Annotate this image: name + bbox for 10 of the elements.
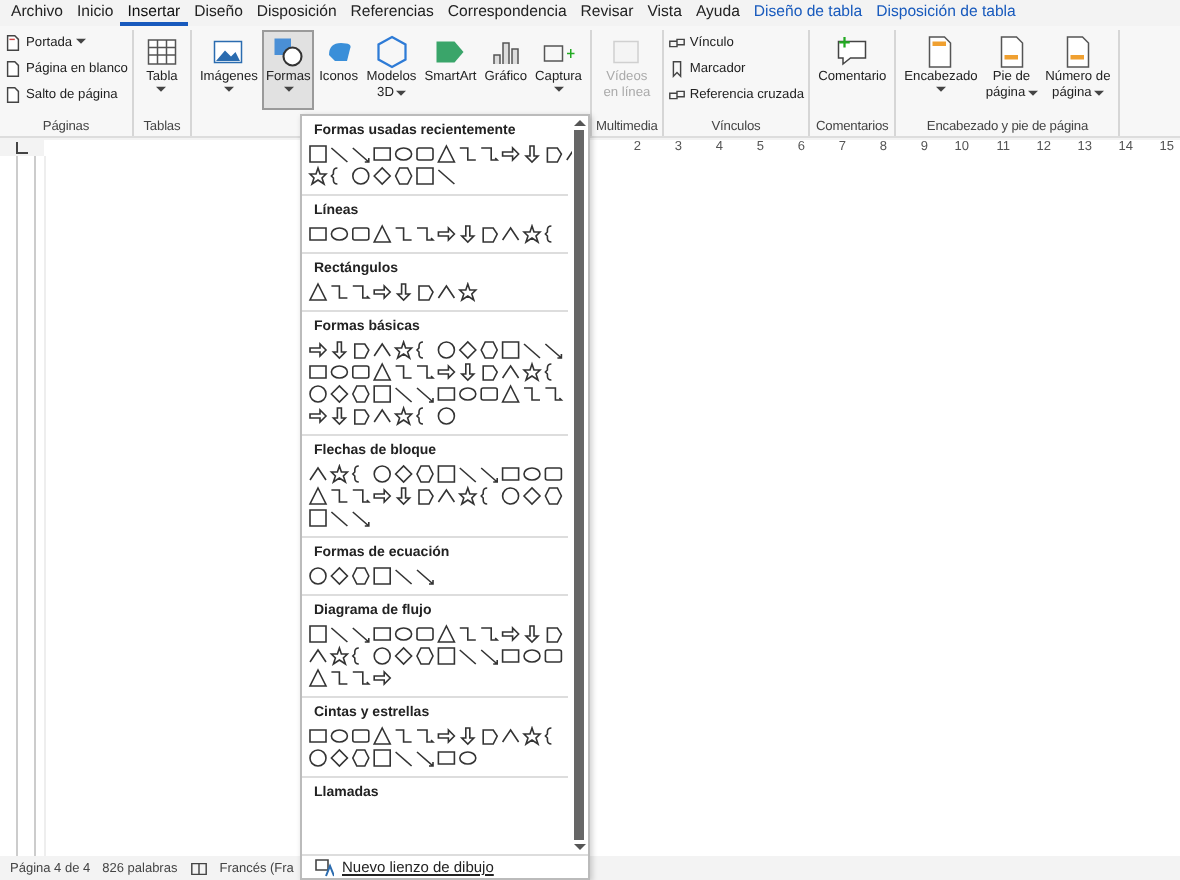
link-icon <box>667 85 686 103</box>
ribbon-icon <box>371 34 412 70</box>
canvas-icon <box>314 857 334 877</box>
scroll-up-icon[interactable] <box>573 118 585 126</box>
tab-selector[interactable] <box>16 141 28 153</box>
shape-gallery-drawing[interactable] <box>308 144 572 188</box>
proofing-icon[interactable] <box>189 859 208 877</box>
link-icon <box>667 33 686 51</box>
scrollbar[interactable] <box>572 118 586 852</box>
bookmark-icon <box>667 59 686 77</box>
